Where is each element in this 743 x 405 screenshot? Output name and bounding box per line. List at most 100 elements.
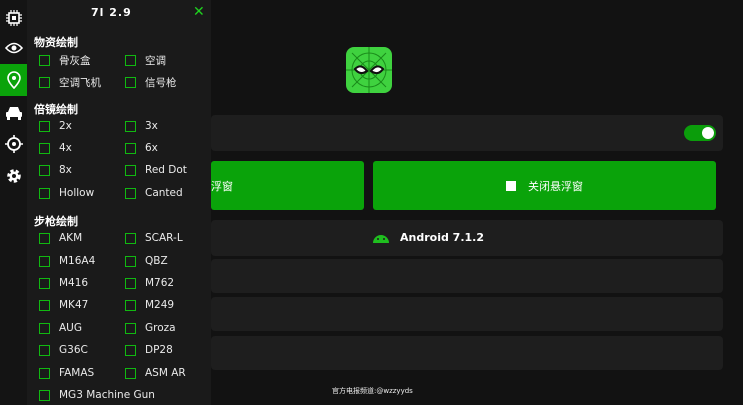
- footer: [211, 371, 743, 405]
- checkbox-akm[interactable]: AKM: [39, 232, 82, 244]
- cheat-menu-panel: 7l 2.9 ✕ 物资绘制 骨灰盒 空调 空调飞机 信号枪 倍镜绘制 2x 3x…: [27, 0, 211, 405]
- checkbox-box[interactable]: [39, 55, 50, 66]
- checkbox-label: DP28: [145, 344, 173, 356]
- checkbox-asm-ar[interactable]: ASM AR: [125, 367, 186, 379]
- checkbox-label: Canted: [145, 187, 183, 199]
- checkbox-dp28[interactable]: DP28: [125, 344, 173, 356]
- checkbox-box[interactable]: [125, 164, 136, 176]
- float-window-label: 浮窗: [211, 179, 233, 193]
- checkbox-label: 6x: [145, 142, 158, 154]
- checkbox-box[interactable]: [39, 232, 50, 244]
- checkbox-scar-l[interactable]: SCAR-L: [125, 232, 183, 244]
- gear-icon[interactable]: [0, 162, 27, 189]
- checkbox-box[interactable]: [39, 120, 50, 132]
- checkbox-label: G36C: [59, 344, 88, 356]
- checkbox-label: Hollow: [59, 187, 95, 199]
- checkbox-airdrop-plane[interactable]: 空调飞机: [39, 75, 101, 90]
- checkbox-box[interactable]: [125, 344, 136, 356]
- checkbox-box[interactable]: [39, 389, 50, 401]
- checkbox-aug[interactable]: AUG: [39, 322, 82, 334]
- checkbox-box[interactable]: [125, 187, 136, 199]
- checkbox-box[interactable]: [39, 164, 50, 176]
- close-float-window-label: 关闭悬浮窗: [528, 179, 583, 193]
- eye-icon[interactable]: [0, 34, 27, 61]
- checkbox-6x[interactable]: 6x: [125, 142, 158, 154]
- checkbox-label: M16A4: [59, 255, 96, 267]
- close-float-window-button[interactable]: 关闭悬浮窗: [373, 161, 716, 210]
- checkbox-label: QBZ: [145, 255, 168, 267]
- section-title-scopes: 倍镜绘制: [34, 103, 78, 116]
- checkbox-label: 4x: [59, 142, 72, 154]
- checkbox-label: MG3 Machine Gun: [59, 389, 155, 401]
- checkbox-box[interactable]: [125, 232, 136, 244]
- float-window-button[interactable]: 浮窗: [211, 161, 364, 210]
- checkbox-label: FAMAS: [59, 367, 95, 379]
- stop-icon: [506, 180, 516, 191]
- icon-rail: [0, 0, 27, 405]
- checkbox-box[interactable]: [125, 142, 136, 154]
- android-icon: [373, 234, 389, 243]
- checkbox-g36c[interactable]: G36C: [39, 344, 88, 356]
- checkbox-box[interactable]: [125, 299, 136, 311]
- info-row-3: [211, 297, 723, 331]
- settings-row-toggle: [211, 115, 723, 151]
- checkbox-3x[interactable]: 3x: [125, 120, 158, 132]
- crosshair-icon[interactable]: [0, 130, 27, 157]
- info-row-4: [211, 336, 723, 370]
- checkbox-canted[interactable]: Canted: [125, 187, 183, 199]
- checkbox-box[interactable]: [39, 277, 50, 289]
- checkbox-famas[interactable]: FAMAS: [39, 367, 94, 379]
- checkbox-label: Groza: [145, 322, 176, 334]
- checkbox-box[interactable]: [39, 367, 50, 379]
- location-icon[interactable]: [0, 64, 27, 96]
- checkbox-box[interactable]: [39, 77, 50, 88]
- checkbox-box[interactable]: [125, 367, 136, 379]
- checkbox-mk47[interactable]: MK47: [39, 299, 88, 311]
- footer-text: 官方电报频道:@wzzyyds: [332, 387, 413, 395]
- checkbox-label: 空调: [145, 55, 166, 67]
- toggle-switch[interactable]: [684, 125, 716, 141]
- checkbox-hollow[interactable]: Hollow: [39, 187, 94, 199]
- checkbox-label: M762: [145, 277, 175, 289]
- cpu-icon[interactable]: [0, 4, 27, 31]
- checkbox-mg3[interactable]: MG3 Machine Gun: [39, 389, 155, 401]
- checkbox-label: SCAR-L: [145, 232, 183, 244]
- checkbox-label: 3x: [145, 120, 158, 132]
- checkbox-qbz[interactable]: QBZ: [125, 255, 168, 267]
- checkbox-8x[interactable]: 8x: [39, 164, 72, 176]
- checkbox-m762[interactable]: M762: [125, 277, 174, 289]
- checkbox-4x[interactable]: 4x: [39, 142, 72, 154]
- checkbox-label: 8x: [59, 164, 72, 176]
- android-version-text: Android 7.1.2: [400, 231, 484, 244]
- checkbox-box[interactable]: [125, 322, 136, 334]
- checkbox-flare-gun[interactable]: 信号枪: [125, 75, 177, 90]
- checkbox-m249[interactable]: M249: [125, 299, 174, 311]
- checkbox-box[interactable]: [125, 55, 136, 66]
- checkbox-label: 空调飞机: [59, 77, 101, 89]
- checkbox-box[interactable]: [39, 255, 50, 267]
- checkbox-box[interactable]: [125, 277, 136, 289]
- checkbox-box[interactable]: [39, 187, 50, 199]
- checkbox-groza[interactable]: Groza: [125, 322, 176, 334]
- info-row-2: [211, 259, 723, 293]
- checkbox-label: 2x: [59, 120, 72, 132]
- checkbox-box[interactable]: [125, 120, 136, 132]
- checkbox-box[interactable]: [125, 77, 136, 88]
- checkbox-2x[interactable]: 2x: [39, 120, 72, 132]
- checkbox-box[interactable]: [39, 322, 50, 334]
- close-icon[interactable]: ✕: [193, 4, 205, 20]
- checkbox-label: Red Dot: [145, 164, 187, 176]
- checkbox-box[interactable]: [125, 255, 136, 267]
- checkbox-box[interactable]: [39, 344, 50, 356]
- checkbox-label: AKM: [59, 232, 83, 244]
- checkbox-label: 信号枪: [145, 77, 177, 89]
- checkbox-box[interactable]: [39, 299, 50, 311]
- checkbox-m16a4[interactable]: M16A4: [39, 255, 95, 267]
- car-icon[interactable]: [0, 99, 27, 126]
- checkbox-airdrop[interactable]: 空调: [125, 53, 166, 68]
- checkbox-ash-box[interactable]: 骨灰盒: [39, 53, 91, 68]
- section-title-rifles: 步枪绘制: [34, 215, 78, 228]
- checkbox-m416[interactable]: M416: [39, 277, 88, 289]
- checkbox-box[interactable]: [39, 142, 50, 154]
- checkbox-red-dot[interactable]: Red Dot: [125, 164, 187, 176]
